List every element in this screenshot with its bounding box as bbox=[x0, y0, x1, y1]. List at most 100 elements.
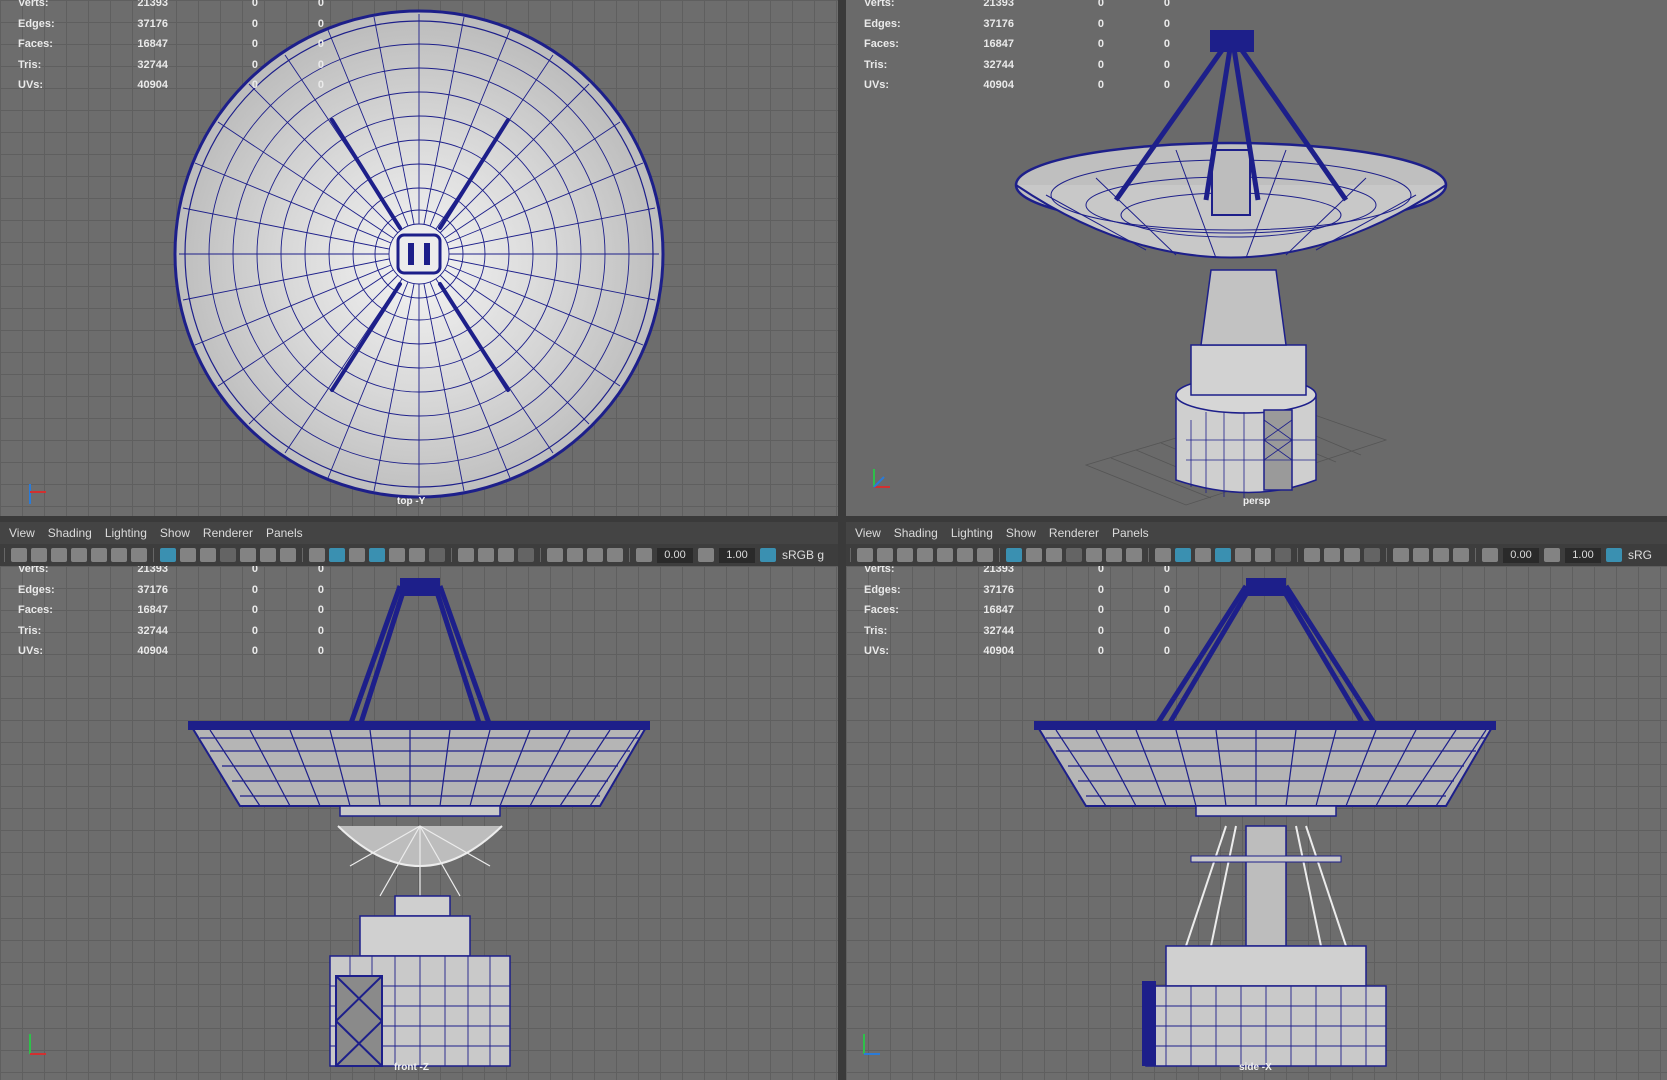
safe-title-icon[interactable] bbox=[1126, 548, 1142, 562]
hud-row-faces: Faces: 16847 0 0 bbox=[18, 38, 324, 50]
depth-of-field-icon[interactable] bbox=[518, 548, 534, 562]
menu-shading[interactable]: Shading bbox=[894, 526, 938, 540]
menu-panels[interactable]: Panels bbox=[1112, 526, 1149, 540]
safe-action-icon[interactable] bbox=[1106, 548, 1122, 562]
hud-stats: Verts: 21393 0 0 Edges: 37176 0 0 Faces: 16847 0… bbox=[864, 0, 1170, 100]
menu-shading[interactable]: Shading bbox=[48, 526, 92, 540]
exposure-field[interactable]: 0.00 bbox=[657, 547, 693, 563]
color-management-icon[interactable] bbox=[1606, 548, 1622, 562]
lights-icon[interactable] bbox=[409, 548, 425, 562]
menu-renderer[interactable]: Renderer bbox=[203, 526, 253, 540]
hud-row-edges: Edges: 37176 0 0 bbox=[18, 583, 324, 596]
safe-title-icon[interactable] bbox=[280, 548, 296, 562]
hud-row-edges: Edges: 37176 0 0 bbox=[864, 17, 1170, 30]
menu-show[interactable]: Show bbox=[160, 526, 190, 540]
camera-label-top: top -Y bbox=[397, 496, 426, 507]
resolution-gate-icon[interactable] bbox=[200, 548, 216, 562]
wireframe-on-shaded-icon[interactable] bbox=[1215, 548, 1231, 562]
screen-space-ao-icon[interactable] bbox=[1304, 548, 1320, 562]
menu-panels[interactable]: Panels bbox=[266, 526, 303, 540]
lights-icon[interactable] bbox=[1255, 548, 1271, 562]
camera-attributes-icon[interactable] bbox=[877, 548, 893, 562]
viewport-top[interactable]: Verts: 21393 0 0 Edges: 37176 0 0 Faces: 16847 0… bbox=[0, 0, 838, 516]
depth-of-field-icon[interactable] bbox=[1364, 548, 1380, 562]
safe-action-icon[interactable] bbox=[260, 548, 276, 562]
select-camera-icon[interactable] bbox=[857, 548, 873, 562]
bookmarks-icon[interactable] bbox=[51, 548, 67, 562]
field-chart-icon[interactable] bbox=[240, 548, 256, 562]
grid-icon[interactable] bbox=[160, 548, 176, 562]
exposure-field[interactable]: 0.00 bbox=[1503, 547, 1539, 563]
gamma-field[interactable]: 1.00 bbox=[719, 547, 755, 563]
view-transform-label[interactable]: sRG bbox=[1628, 548, 1652, 562]
menu-view[interactable]: View bbox=[9, 526, 35, 540]
gate-mask-icon[interactable] bbox=[1066, 548, 1082, 562]
wireframe-icon[interactable] bbox=[1155, 548, 1171, 562]
menu-renderer[interactable]: Renderer bbox=[1049, 526, 1099, 540]
bookmark-icon[interactable] bbox=[917, 548, 933, 562]
motion-blur-icon[interactable] bbox=[478, 548, 494, 562]
field-chart-icon[interactable] bbox=[1086, 548, 1102, 562]
motion-blur-icon[interactable] bbox=[1324, 548, 1340, 562]
image-plane-icon[interactable] bbox=[91, 548, 107, 562]
textured-icon[interactable] bbox=[389, 548, 405, 562]
default-material-icon[interactable] bbox=[1195, 548, 1211, 562]
shadows-icon[interactable] bbox=[1275, 548, 1291, 562]
select-camera-icon[interactable] bbox=[11, 548, 27, 562]
gamma-icon[interactable] bbox=[698, 548, 714, 562]
isolate-select-icon[interactable] bbox=[547, 548, 563, 562]
default-material-icon[interactable] bbox=[349, 548, 365, 562]
exposure-icon[interactable] bbox=[636, 548, 652, 562]
axis-gizmo-icon bbox=[29, 484, 46, 504]
film-gate-icon[interactable] bbox=[1026, 548, 1042, 562]
smooth-shade-icon[interactable] bbox=[1175, 548, 1191, 562]
menu-lighting[interactable]: Lighting bbox=[105, 526, 147, 540]
xray-joints-icon[interactable] bbox=[1453, 548, 1469, 562]
viewport-side[interactable]: Verts: 21393 0 0 Edges: 37176 0 0 Faces: 16847 0… bbox=[846, 566, 1667, 1080]
xray-icon[interactable] bbox=[567, 548, 583, 562]
2d-pan-zoom-icon[interactable] bbox=[111, 548, 127, 562]
menu-show[interactable]: Show bbox=[1006, 526, 1036, 540]
menu-lighting[interactable]: Lighting bbox=[951, 526, 993, 540]
exposure-icon[interactable] bbox=[1482, 548, 1498, 562]
hud-row-verts: Verts: 21393 0 0 bbox=[18, 0, 324, 9]
toolbar-separator bbox=[999, 548, 1000, 562]
menu-view[interactable]: View bbox=[855, 526, 881, 540]
textured-icon[interactable] bbox=[1235, 548, 1251, 562]
gamma-field[interactable]: 1.00 bbox=[1565, 547, 1601, 563]
shadows-icon[interactable] bbox=[429, 548, 445, 562]
image-plane-icon[interactable] bbox=[937, 548, 953, 562]
gamma-icon[interactable] bbox=[1544, 548, 1560, 562]
hud-row-uvs: UVs: 40904 0 0 bbox=[18, 645, 324, 657]
xray-icon[interactable] bbox=[1413, 548, 1429, 562]
gate-mask-icon[interactable] bbox=[220, 548, 236, 562]
film-gate-icon[interactable] bbox=[180, 548, 196, 562]
xray-active-icon[interactable] bbox=[587, 548, 603, 562]
xray-joints-icon[interactable] bbox=[607, 548, 623, 562]
color-management-icon[interactable] bbox=[760, 548, 776, 562]
axis-gizmo-icon bbox=[863, 1034, 880, 1055]
grease-pencil-icon[interactable] bbox=[977, 548, 993, 562]
viewport-persp[interactable]: Verts: 21393 0 0 Edges: 37176 0 0 Faces: 16847 0… bbox=[846, 0, 1667, 516]
view-transform-label[interactable]: sRGB g bbox=[782, 548, 824, 562]
smooth-shade-icon[interactable] bbox=[329, 548, 345, 562]
screen-space-ao-icon[interactable] bbox=[458, 548, 474, 562]
wireframe-icon[interactable] bbox=[309, 548, 325, 562]
grid-icon[interactable] bbox=[1006, 548, 1022, 562]
camera-attributes-icon[interactable] bbox=[31, 548, 47, 562]
resolution-gate-icon[interactable] bbox=[1046, 548, 1062, 562]
bookmarks-icon[interactable] bbox=[897, 548, 913, 562]
hud-row-tris: Tris: 32744 0 0 bbox=[864, 624, 1170, 637]
wireframe-on-shaded-icon[interactable] bbox=[369, 548, 385, 562]
bookmark-icon[interactable] bbox=[71, 548, 87, 562]
isolate-select-icon[interactable] bbox=[1393, 548, 1409, 562]
toolbar-separator bbox=[1148, 548, 1149, 562]
hud-row-tris: Tris: 32744 0 0 bbox=[18, 624, 324, 637]
2d-pan-zoom-icon[interactable] bbox=[957, 548, 973, 562]
anti-aliasing-icon[interactable] bbox=[498, 548, 514, 562]
xray-active-icon[interactable] bbox=[1433, 548, 1449, 562]
viewport-front[interactable]: Verts: 21393 0 0 Edges: 37176 0 0 Faces: 16847 0… bbox=[0, 566, 838, 1080]
anti-aliasing-icon[interactable] bbox=[1344, 548, 1360, 562]
viewport-splitter-vertical[interactable] bbox=[838, 0, 846, 1080]
grease-pencil-icon[interactable] bbox=[131, 548, 147, 562]
